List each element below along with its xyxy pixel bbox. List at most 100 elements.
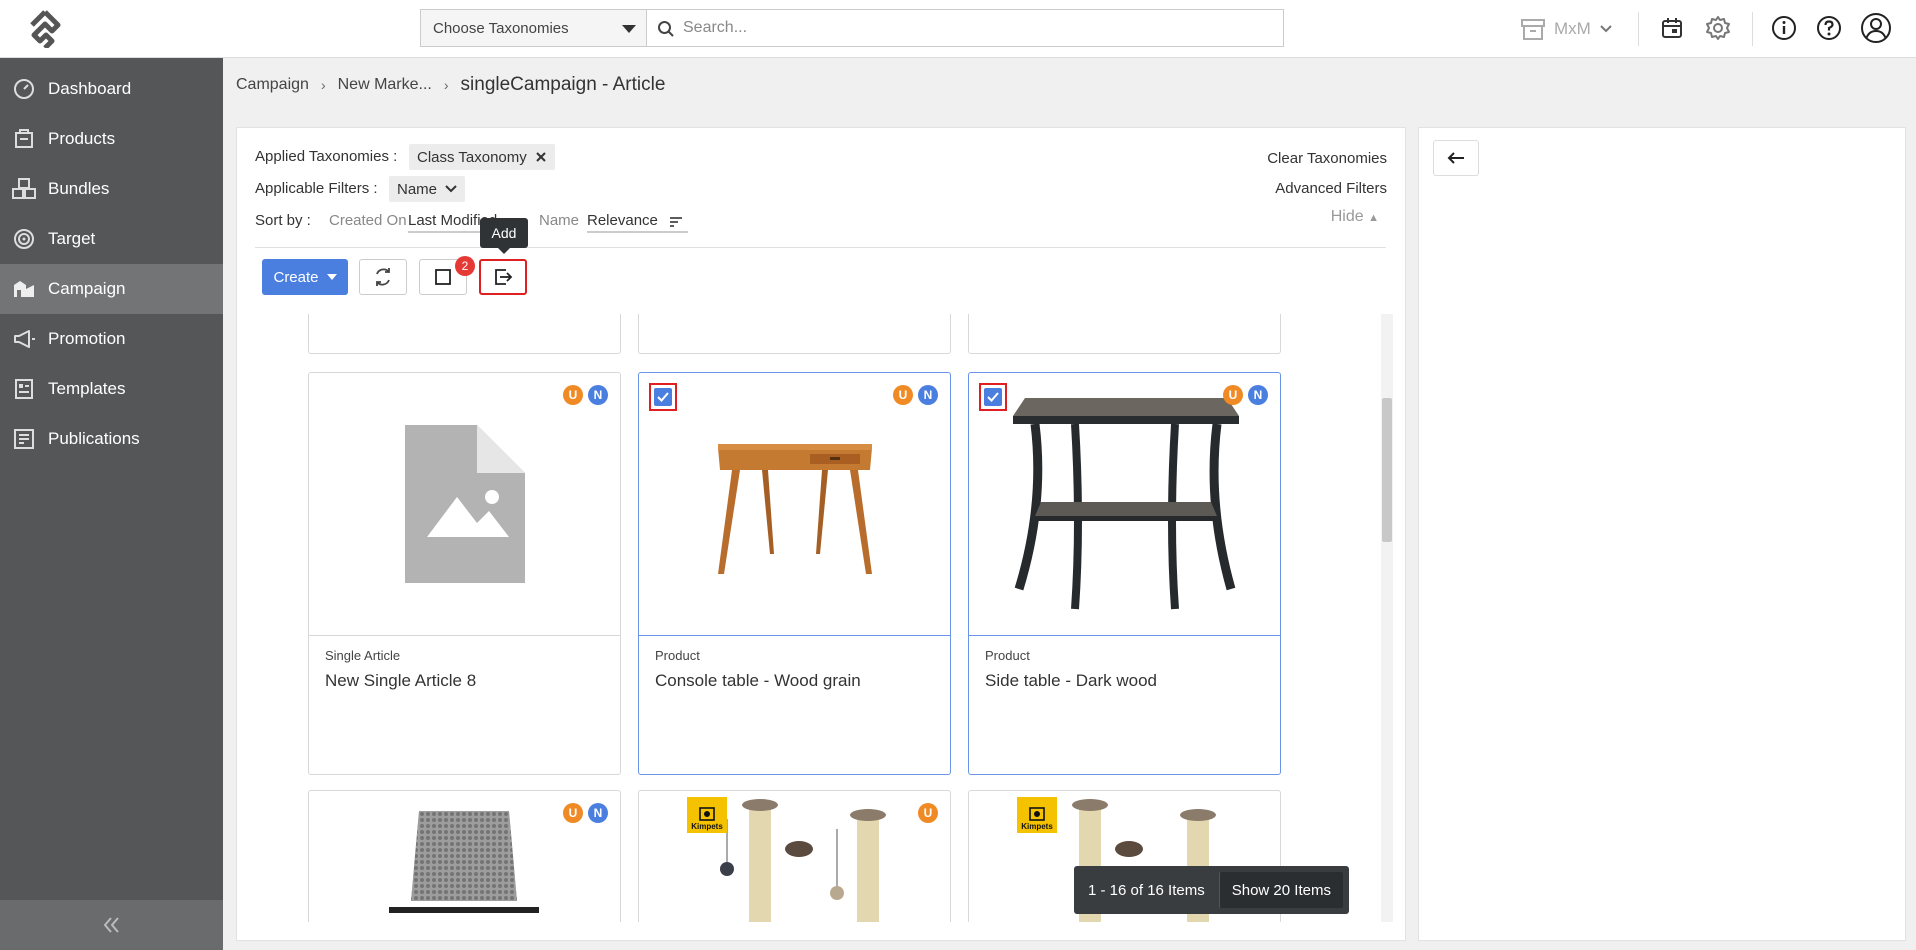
sort-by-label: Sort by : xyxy=(255,212,311,229)
back-button[interactable] xyxy=(1433,140,1479,176)
card-title: Console table - Wood grain xyxy=(655,671,861,690)
user-avatar-icon[interactable] xyxy=(1860,12,1892,44)
item-grid: U N Single Article New Single Article 8 xyxy=(247,314,1387,922)
taxonomy-chip[interactable]: Class Taxonomy xyxy=(409,144,555,170)
help-icon[interactable] xyxy=(1813,12,1845,44)
taxonomy-select[interactable]: Choose Taxonomies xyxy=(420,9,646,47)
brand-label: Kimpets xyxy=(1021,822,1053,831)
caret-down-icon xyxy=(622,25,636,33)
list-item[interactable]: U N Single Article New Single Article 8 xyxy=(308,372,621,775)
create-button[interactable]: Create xyxy=(262,259,348,295)
list-item[interactable]: U N Product Console table - Wood grain xyxy=(638,372,951,775)
list-item[interactable] xyxy=(638,314,951,354)
list-item[interactable] xyxy=(308,314,621,354)
sidebar: Dashboard Products Bundles Target Campai… xyxy=(0,58,223,950)
search-icon xyxy=(658,21,674,37)
hide-filters-button[interactable]: Hide ▲ xyxy=(1331,208,1379,226)
target-icon xyxy=(10,225,38,253)
app-logo[interactable] xyxy=(20,8,70,50)
tooltip-label: Add xyxy=(491,225,517,241)
export-icon xyxy=(495,269,513,285)
breadcrumb-marketing[interactable]: New Marke... xyxy=(338,76,432,94)
sidebar-item-dashboard[interactable]: Dashboard xyxy=(0,64,223,114)
sidebar-item-products[interactable]: Products xyxy=(0,114,223,164)
pagination-bar: 1 - 16 of 16 Items Show 20 Items xyxy=(1074,866,1349,914)
taxonomy-chip-label: Class Taxonomy xyxy=(417,148,527,166)
templates-icon xyxy=(10,375,38,403)
calendar-icon[interactable] xyxy=(1656,12,1688,44)
clear-taxonomies-link[interactable]: Clear Taxonomies xyxy=(1267,150,1387,167)
divider xyxy=(255,247,1386,248)
advanced-filters-link[interactable]: Advanced Filters xyxy=(1275,180,1387,197)
sidebar-item-bundles[interactable]: Bundles xyxy=(0,164,223,214)
double-chevron-left-icon xyxy=(103,917,119,933)
card-checkbox[interactable] xyxy=(649,383,677,411)
card-checkbox[interactable] xyxy=(979,383,1007,411)
sidebar-item-target[interactable]: Target xyxy=(0,214,223,264)
name-filter-chip[interactable]: Name xyxy=(389,176,466,202)
hide-label: Hide xyxy=(1330,208,1364,225)
arrow-left-icon xyxy=(1447,152,1464,164)
list-item[interactable]: U N xyxy=(308,790,621,922)
scrollbar-thumb[interactable] xyxy=(1382,398,1392,542)
search-input[interactable] xyxy=(683,14,1273,42)
search-box[interactable] xyxy=(646,9,1284,47)
add-button[interactable] xyxy=(479,259,527,295)
breadcrumb: Campaign › New Marke... › singleCampaign… xyxy=(236,74,665,96)
close-icon[interactable] xyxy=(535,151,547,163)
workspace-label: MxM xyxy=(1554,19,1591,38)
unpublished-badge: U xyxy=(563,803,583,823)
info-icon[interactable] xyxy=(1768,12,1800,44)
gear-icon[interactable] xyxy=(1702,12,1734,44)
card-image xyxy=(969,373,1280,636)
check-icon xyxy=(984,388,1002,406)
list-item[interactable]: Kimpets U xyxy=(638,790,951,922)
unpublished-badge: U xyxy=(893,385,913,405)
top-bar: Choose Taxonomies MxM xyxy=(0,0,1916,58)
refresh-icon xyxy=(376,268,390,286)
sidebar-collapse-button[interactable] xyxy=(0,900,223,950)
triangle-up-icon: ▲ xyxy=(1368,212,1379,224)
sort-lines-icon xyxy=(670,217,682,227)
sidebar-item-promotion[interactable]: Promotion xyxy=(0,314,223,364)
products-icon xyxy=(10,125,38,153)
sidebar-item-templates[interactable]: Templates xyxy=(0,364,223,414)
create-label: Create xyxy=(273,268,319,286)
sidebar-item-publications[interactable]: Publications xyxy=(0,414,223,464)
new-badge: N xyxy=(588,803,608,823)
sidebar-item-label: Products xyxy=(48,129,116,148)
promotion-icon xyxy=(10,325,38,353)
sort-created-on[interactable]: Created On xyxy=(329,212,407,229)
sidebar-item-label: Dashboard xyxy=(48,79,132,98)
new-badge: N xyxy=(918,385,938,405)
unpublished-badge: U xyxy=(918,803,938,823)
sort-name[interactable]: Name xyxy=(539,212,579,229)
show-items-button[interactable]: Show 20 Items xyxy=(1218,872,1343,908)
console-table-image xyxy=(717,444,872,574)
page-title: singleCampaign - Article xyxy=(460,74,666,95)
refresh-button[interactable] xyxy=(359,259,407,295)
check-icon xyxy=(654,388,672,406)
caret-down-icon xyxy=(326,274,337,280)
list-item[interactable]: U N Product Side table - Dark wood xyxy=(968,372,1281,775)
sidebar-item-label: Target xyxy=(48,229,96,248)
sidebar-item-campaign[interactable]: Campaign xyxy=(0,264,223,314)
sidebar-item-label: Templates xyxy=(48,379,126,398)
dashboard-icon xyxy=(10,75,38,103)
checkbox-icon xyxy=(435,269,451,285)
sidebar-item-label: Publications xyxy=(48,429,140,448)
list-item[interactable] xyxy=(968,314,1281,354)
detail-panel xyxy=(1418,127,1906,941)
selected-count: 2 xyxy=(461,259,469,273)
workspace-selector[interactable]: MxM xyxy=(1520,14,1613,44)
taxonomy-select-label: Choose Taxonomies xyxy=(433,20,569,37)
breadcrumb-separator-icon: › xyxy=(320,77,326,93)
chevron-down-icon xyxy=(1600,25,1612,33)
card-type: Product xyxy=(655,648,700,663)
publications-icon xyxy=(10,425,38,453)
breadcrumb-campaign[interactable]: Campaign xyxy=(236,76,309,94)
placeholder-image-icon xyxy=(404,425,525,583)
card-title: New Single Article 8 xyxy=(325,671,477,690)
sidebar-item-label: Promotion xyxy=(48,329,126,348)
bundles-icon xyxy=(10,175,38,203)
